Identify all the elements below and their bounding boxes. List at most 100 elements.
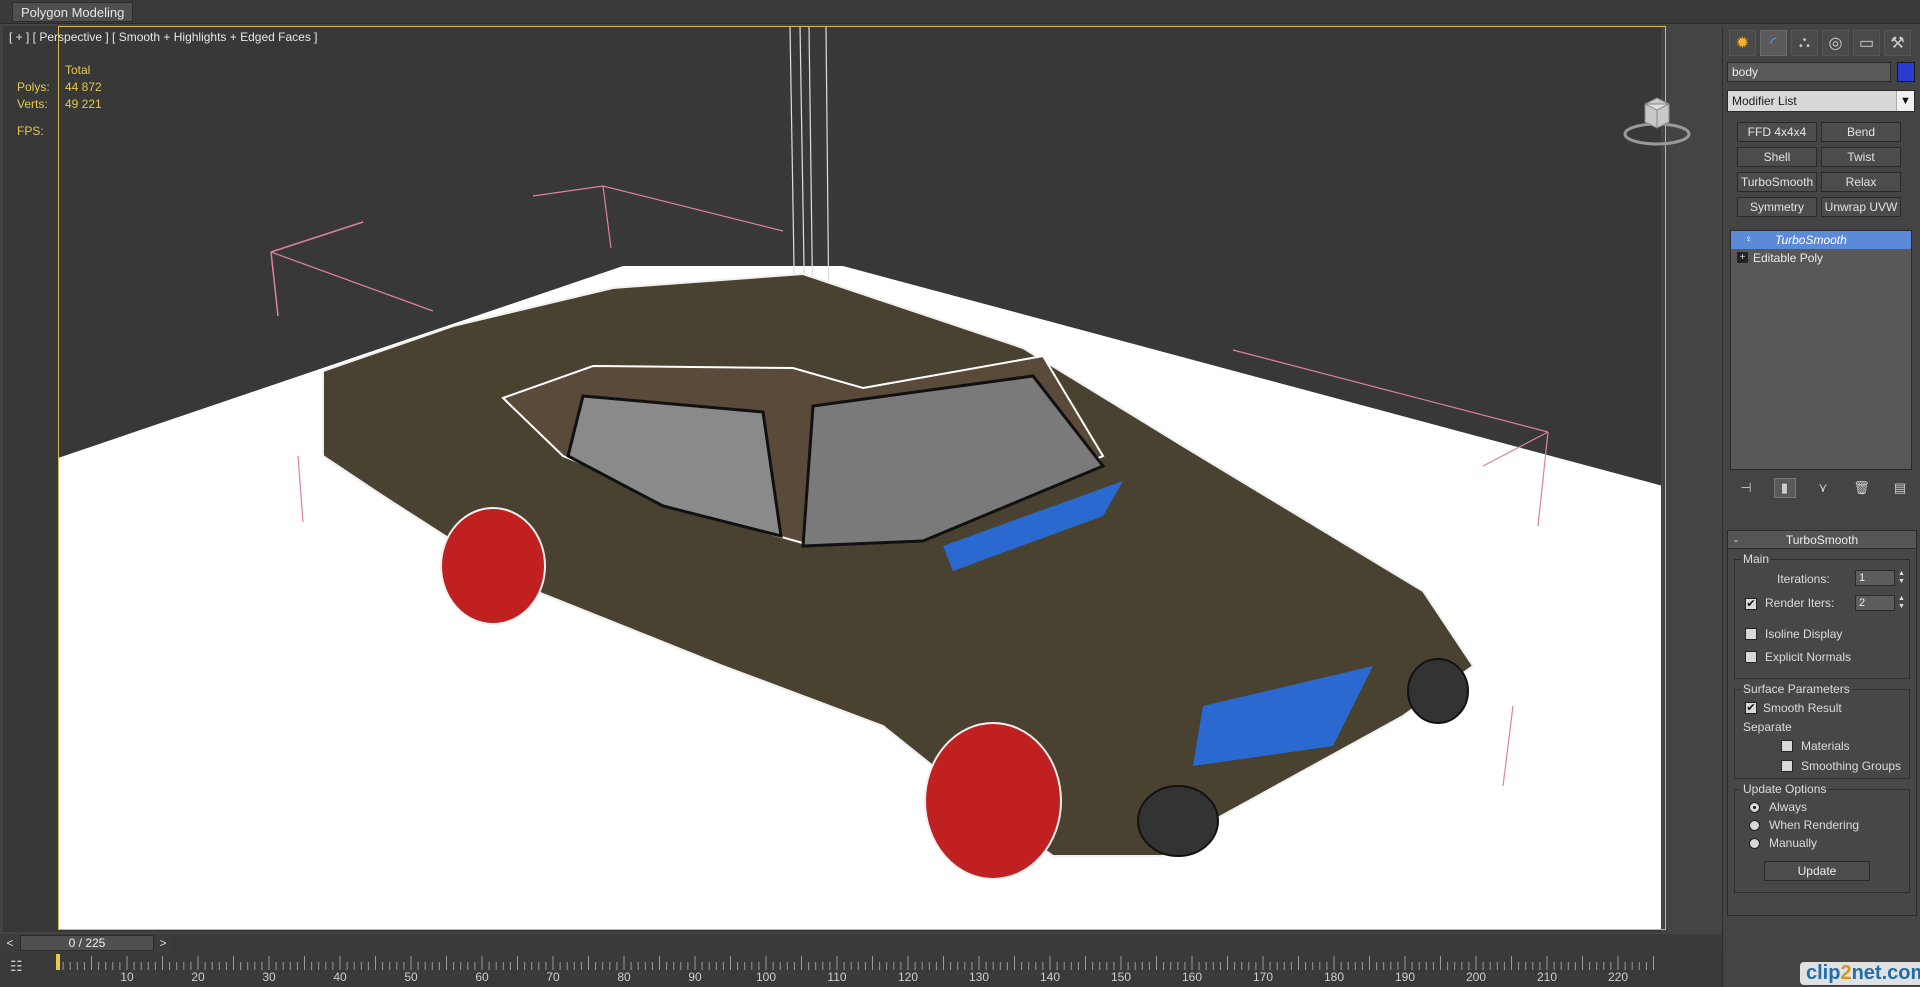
make-unique-icon[interactable]: ⋎ <box>1812 478 1834 498</box>
viewport-label-menu[interactable]: [ + ] [ Perspective ] [ Smooth + Highlig… <box>9 30 318 44</box>
render-iters-spinner[interactable]: 2 <box>1855 595 1895 611</box>
viewcube-icon[interactable] <box>1621 90 1693 148</box>
isoline-display-label: Isoline Display <box>1765 627 1843 641</box>
bend-button[interactable]: Bend <box>1821 122 1901 142</box>
turbosmooth-rollout: - TurboSmooth Main Iterations: 1 ▲ ▼ ✔ Re… <box>1727 530 1917 916</box>
update-button[interactable]: Update <box>1764 861 1870 881</box>
rollout-title: TurboSmooth <box>1785 533 1859 547</box>
time-slider[interactable]: < 0 / 225 > <box>0 934 1722 952</box>
current-frame-marker <box>56 954 60 970</box>
perspective-viewport[interactable]: [ + ] [ Perspective ] [ Smooth + Highlig… <box>3 26 1691 932</box>
trackbar[interactable]: ☷ 10 20 30 40 50 60 70 80 90 100 110 120 130 140 150 16… <box>0 952 1722 987</box>
render-iters-checkbox[interactable]: ✔ <box>1745 598 1757 610</box>
mini-curve-editor-icon[interactable]: ☷ <box>10 958 38 978</box>
stack-toolbar: ⊣ ▮ ⋎ 🗑 ▤ <box>1735 478 1911 500</box>
main-group: Main Iterations: 1 ▲ ▼ ✔ Render Iters: 2 … <box>1734 552 1910 679</box>
shell-button[interactable]: Shell <box>1737 147 1817 167</box>
turbosmooth-button[interactable]: TurboSmooth <box>1737 172 1817 192</box>
ruler-tick-label: 140 <box>1039 970 1061 984</box>
materials-checkbox[interactable] <box>1781 740 1793 752</box>
ruler-tick-label: 20 <box>191 970 205 984</box>
smooth-result-checkbox[interactable]: ✔ <box>1745 702 1757 714</box>
iterations-spinner[interactable]: 1 <box>1855 570 1895 586</box>
fps-label: FPS: <box>17 124 44 138</box>
modifier-stack[interactable]: ♀ TurboSmooth + Editable Poly <box>1730 230 1912 470</box>
ruler-tick-label: 160 <box>1181 970 1203 984</box>
collapse-icon[interactable]: - <box>1734 531 1738 549</box>
stack-item-editable-poly[interactable]: + Editable Poly <box>1731 249 1911 267</box>
remove-modifier-icon[interactable]: 🗑 <box>1851 478 1873 498</box>
ruler-tick-label: 30 <box>262 970 276 984</box>
verts-label: Verts: <box>17 97 48 111</box>
modify-icon[interactable]: ◜ <box>1760 30 1787 56</box>
stack-item-turbosmooth[interactable]: ♀ TurboSmooth <box>1731 231 1911 249</box>
surface-group-title: Surface Parameters <box>1741 682 1852 696</box>
modifier-list-dropdown[interactable]: Modifier List ▼ <box>1727 90 1915 112</box>
verts-value: 49 221 <box>65 97 102 111</box>
scene-statistics: Total Polys: 44 872 Verts: 49 221 FPS: <box>17 62 102 140</box>
watermark: clip2net.com <box>1800 962 1920 985</box>
ruler-tick-label: 110 <box>827 970 847 984</box>
polys-value: 44 872 <box>65 80 102 94</box>
isoline-display-checkbox[interactable] <box>1745 628 1757 640</box>
create-icon[interactable]: ✹ <box>1729 30 1756 56</box>
object-color-swatch[interactable] <box>1897 62 1915 82</box>
ruler-tick-label: 220 <box>1607 970 1629 984</box>
lightbulb-icon[interactable]: ♀ <box>1743 234 1754 245</box>
utilities-icon[interactable]: ⚒ <box>1884 30 1911 56</box>
configure-modifier-sets-icon[interactable]: ▤ <box>1889 478 1911 498</box>
iterations-label: Iterations: <box>1777 572 1830 586</box>
ruler-tick-label: 40 <box>333 970 347 984</box>
ffd-button[interactable]: FFD 4x4x4 <box>1737 122 1817 142</box>
render-iters-label: Render Iters: <box>1765 596 1835 610</box>
viewport-active-border <box>58 26 1666 930</box>
hierarchy-icon[interactable]: ⛬ <box>1791 30 1818 56</box>
manually-label: Manually <box>1769 836 1818 850</box>
when-rendering-radio[interactable] <box>1749 820 1760 831</box>
show-end-result-icon[interactable]: ▮ <box>1773 478 1796 498</box>
separate-label: Separate <box>1743 720 1792 734</box>
rollout-header[interactable]: - TurboSmooth <box>1728 531 1916 549</box>
manually-radio[interactable] <box>1749 838 1760 849</box>
ruler-tick-label: 180 <box>1323 970 1345 984</box>
object-name-field[interactable]: body <box>1727 62 1891 82</box>
time-slider-track[interactable] <box>170 934 1720 952</box>
next-frame-button[interactable]: > <box>155 934 171 952</box>
ruler-tick-label: 170 <box>1252 970 1274 984</box>
always-label: Always <box>1769 800 1808 814</box>
ribbon-bar: Polygon Modeling <box>0 0 1920 24</box>
time-slider-thumb[interactable]: 0 / 225 <box>20 935 154 951</box>
twist-button[interactable]: Twist <box>1821 147 1901 167</box>
expand-plus-icon[interactable]: + <box>1737 252 1748 263</box>
modifier-list-label: Modifier List <box>1732 94 1797 108</box>
ruler-tick-label: 200 <box>1465 970 1487 984</box>
smoothing-groups-checkbox[interactable] <box>1781 760 1793 772</box>
ruler-ticks <box>55 954 1654 970</box>
iterations-spin-arrows-icon[interactable]: ▲ ▼ <box>1897 570 1906 586</box>
command-panel: ✹ ◜ ⛬ ◎ ▭ ⚒ body Modifier List ▼ FFD 4x4… <box>1722 26 1920 987</box>
symmetry-button[interactable]: Symmetry <box>1737 197 1817 217</box>
ruler-tick-label: 50 <box>404 970 418 984</box>
frame-ruler[interactable]: 10 20 30 40 50 60 70 80 90 100 110 120 130 140 150 160 1… <box>55 954 1716 984</box>
ruler-tick-label: 80 <box>617 970 631 984</box>
ruler-tick-label: 90 <box>688 970 702 984</box>
pin-stack-icon[interactable]: ⊣ <box>1735 478 1757 498</box>
stats-header: Total <box>65 63 91 77</box>
polys-label: Polys: <box>17 80 50 94</box>
explicit-normals-checkbox[interactable] <box>1745 651 1757 663</box>
relax-button[interactable]: Relax <box>1821 172 1901 192</box>
render-iters-spin-arrows-icon[interactable]: ▲ ▼ <box>1897 595 1906 611</box>
display-icon[interactable]: ▭ <box>1853 30 1880 56</box>
ruler-tick-label: 120 <box>897 970 919 984</box>
always-radio[interactable] <box>1749 802 1760 813</box>
ruler-tick-label: 100 <box>755 970 777 984</box>
unwrap-uvw-button[interactable]: Unwrap UVW <box>1821 197 1901 217</box>
polygon-modeling-tab[interactable]: Polygon Modeling <box>12 2 134 22</box>
previous-frame-button[interactable]: < <box>2 934 18 952</box>
ruler-tick-label: 130 <box>968 970 990 984</box>
motion-icon[interactable]: ◎ <box>1822 30 1849 56</box>
when-rendering-label: When Rendering <box>1769 818 1860 832</box>
ruler-tick-label: 190 <box>1394 970 1416 984</box>
materials-label: Materials <box>1801 739 1850 753</box>
chevron-down-icon[interactable]: ▼ <box>1896 91 1914 111</box>
